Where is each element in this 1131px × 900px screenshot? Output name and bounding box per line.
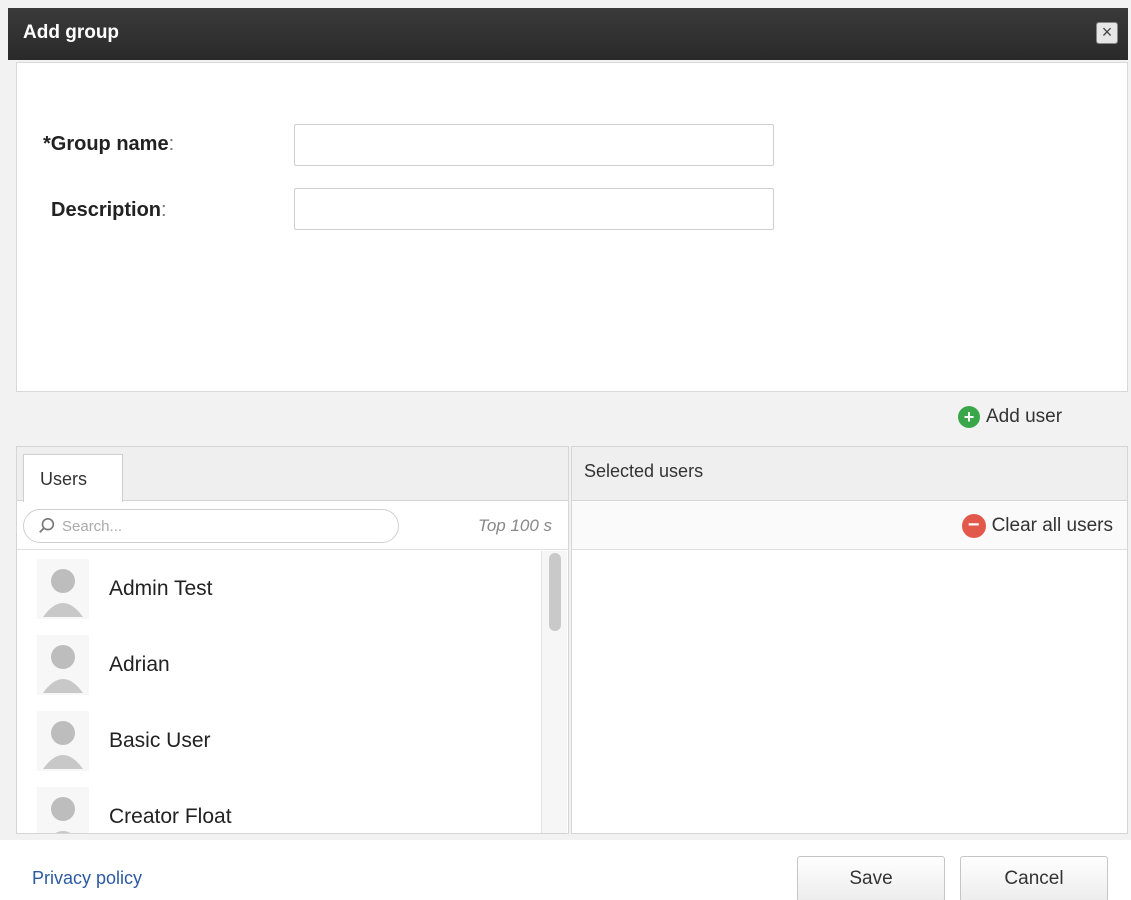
minus-circle-icon: − [961,514,986,538]
dialog-footer: Privacy policy Save Cancel [0,840,1131,900]
scrollbar-thumb[interactable] [549,553,561,631]
description-label: Description: [51,199,167,222]
clear-all-users-label: Clear all users [991,515,1113,536]
privacy-policy-link[interactable]: Privacy policy [32,868,142,889]
avatar [37,711,89,771]
selected-users-header: Selected users [572,447,1127,501]
search-box[interactable] [23,509,399,543]
description-input[interactable] [294,188,774,230]
avatar [37,787,89,833]
top-results-label: Top 100 s [478,516,553,535]
selected-users-toolbar: − Clear all users [572,502,1127,550]
list-item[interactable]: Adrian [17,627,539,703]
dialog-titlebar: Add group × [8,8,1128,60]
users-pane: Users Top 100 s [16,446,569,834]
group-name-input[interactable] [294,124,774,166]
group-name-label-text: *Group name [43,133,169,155]
cancel-button[interactable]: Cancel [960,856,1108,900]
user-name: Creator Float [109,805,232,828]
avatar [37,559,89,619]
selected-users-pane: Selected users − Clear all users [571,446,1128,834]
user-list-scrollbar[interactable] [541,551,567,833]
add-group-dialog: Add group × *Group name: Description: + … [0,0,1131,900]
save-button[interactable]: Save [797,856,945,900]
clear-all-users-button[interactable]: − Clear all users [961,514,1113,538]
description-label-text: Description [51,199,162,221]
users-search-row: Top 100 s [17,502,568,550]
search-icon [39,517,55,533]
users-tabbar: Users [17,447,568,502]
description-label-colon: : [161,199,167,221]
plus-circle-icon: + [958,406,980,428]
user-lists: Users Top 100 s [16,446,1128,834]
add-user-button[interactable]: + Add user [958,406,1062,428]
close-icon[interactable]: × [1096,22,1118,44]
list-item[interactable]: Admin Test [17,551,539,627]
search-input[interactable] [62,517,362,535]
tab-users[interactable]: Users [23,454,123,502]
user-name: Adrian [109,653,170,676]
dialog-title: Add group [23,22,120,43]
group-name-label-colon: : [168,133,175,155]
group-name-label: *Group name: [43,133,174,156]
group-form: *Group name: Description: [16,62,1128,392]
user-list: Admin Test Adrian Basic User Creator Flo… [17,551,539,833]
user-name: Basic User [109,729,211,752]
user-name: Admin Test [109,577,213,600]
list-item[interactable]: Creator Float [17,779,539,833]
add-user-label: Add user [986,406,1063,427]
list-item[interactable]: Basic User [17,703,539,779]
avatar [37,635,89,695]
